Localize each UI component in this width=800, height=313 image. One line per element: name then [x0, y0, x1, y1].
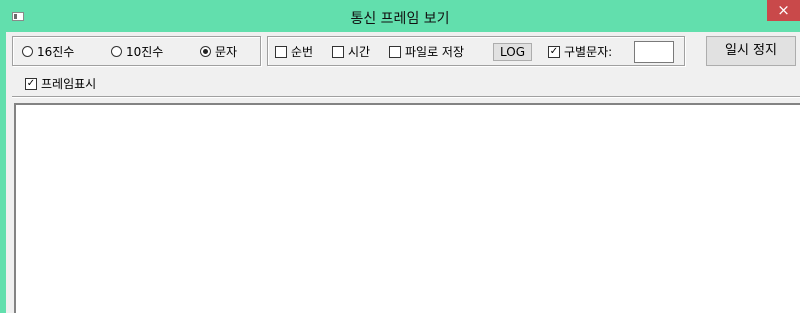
radio-char-label: 문자 — [215, 45, 238, 59]
radio-hex-label: 16진수 — [37, 45, 75, 59]
radio-dec-indicator — [111, 46, 122, 57]
save-file-checkbox[interactable]: 파일로 저장 — [389, 44, 464, 59]
separator-label: 구별문자: — [564, 45, 613, 59]
frame-log-area[interactable] — [14, 103, 800, 313]
radio-dec[interactable]: 10진수 — [111, 44, 163, 59]
close-button[interactable]: × — [767, 0, 800, 21]
frame-display-checkbox[interactable]: ✓ 프레임표시 — [25, 76, 96, 91]
save-file-check-box — [389, 45, 401, 58]
radio-char-indicator — [200, 46, 211, 57]
sequence-checkbox[interactable]: 순번 — [275, 44, 313, 59]
divider — [12, 96, 800, 97]
radio-char[interactable]: 문자 — [200, 44, 237, 59]
frame-display-check-box: ✓ — [25, 77, 37, 90]
sequence-check-box — [275, 45, 287, 58]
title-bar: 통신 프레임 보기 × — [0, 0, 800, 32]
radio-dec-label: 10진수 — [126, 45, 164, 59]
radix-group: 16진수 10진수 문자 — [12, 36, 261, 66]
options-group: 순번 시간 파일로 저장 LOG ✓ 구별문자: — [267, 36, 685, 66]
pause-button[interactable]: 일시 정지 — [706, 36, 796, 66]
time-check-box — [332, 45, 344, 58]
separator-checkbox[interactable]: ✓ 구별문자: — [548, 44, 612, 59]
radio-hex[interactable]: 16진수 — [22, 44, 74, 59]
separator-input[interactable] — [634, 41, 674, 63]
frame-display-label: 프레임표시 — [41, 77, 97, 91]
separator-check-box: ✓ — [548, 45, 560, 58]
log-button[interactable]: LOG — [493, 43, 532, 61]
save-file-label: 파일로 저장 — [405, 45, 465, 59]
window-content: 16진수 10진수 문자 순번 시간 파일로 저장 LOG ✓ 구별문자: 일시… — [6, 32, 800, 313]
sequence-label: 순번 — [291, 45, 314, 59]
radio-hex-indicator — [22, 46, 33, 57]
time-checkbox[interactable]: 시간 — [332, 44, 370, 59]
window-title: 통신 프레임 보기 — [350, 11, 450, 27]
time-label: 시간 — [348, 45, 371, 59]
